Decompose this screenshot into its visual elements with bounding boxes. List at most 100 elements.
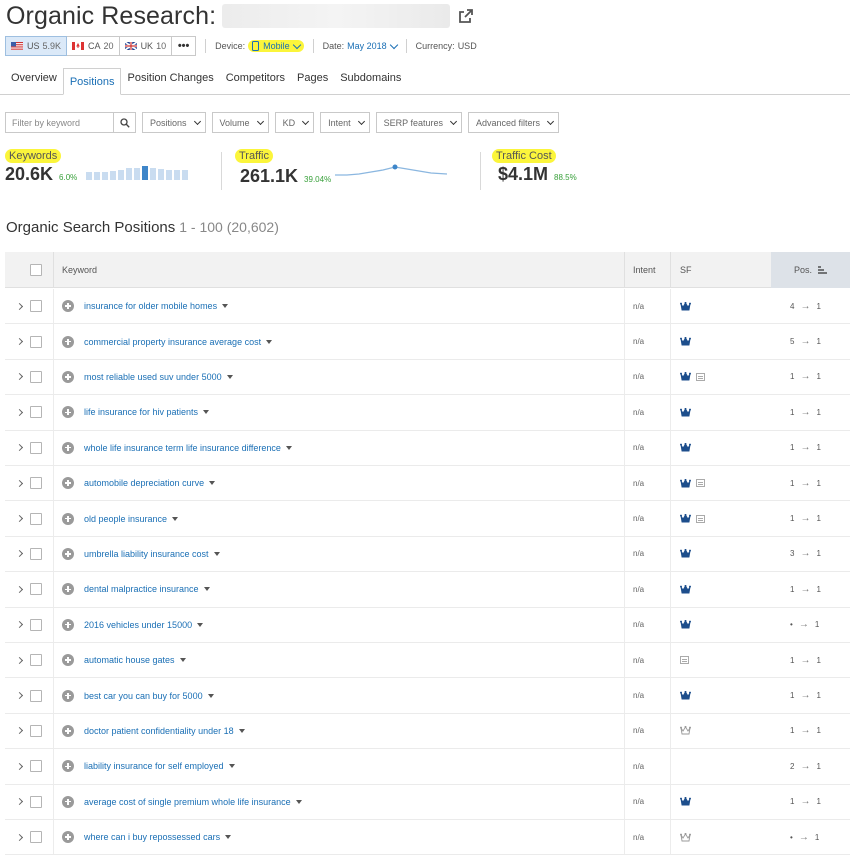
expand-row-icon[interactable]	[15, 444, 24, 452]
serp-features-cell[interactable]	[680, 608, 691, 642]
row-checkbox[interactable]	[30, 300, 42, 313]
traffic-cost-stat[interactable]: Traffic Cost $4.1M 88.5%	[492, 149, 577, 185]
serp-features-cell[interactable]	[680, 537, 691, 571]
table-row[interactable]: most reliable used suv under 5000 n/a 1 →…	[5, 359, 850, 396]
keyword-link[interactable]: whole life insurance term life insurance…	[84, 443, 292, 453]
table-row[interactable]: life insurance for hiv patients n/a 1 → 1	[5, 395, 850, 431]
row-checkbox[interactable]	[30, 441, 42, 454]
keyword-link[interactable]: best car you can buy for 5000	[84, 691, 214, 701]
expand-row-icon[interactable]	[15, 656, 24, 664]
table-row[interactable]: liability insurance for self employed n/…	[5, 749, 850, 785]
intent-dropdown[interactable]: Intent	[320, 112, 370, 133]
add-keyword-icon[interactable]	[62, 406, 74, 419]
sf-column-header[interactable]: SF	[680, 252, 692, 288]
serp-features-cell[interactable]	[680, 572, 691, 606]
caret-down-icon[interactable]	[266, 339, 273, 344]
keyword-link[interactable]: commercial property insurance average co…	[84, 337, 273, 347]
tab-overview[interactable]: Overview	[5, 67, 63, 94]
expand-row-icon[interactable]	[15, 727, 24, 735]
caret-down-icon[interactable]	[228, 764, 235, 769]
serp-features-cell[interactable]	[680, 678, 691, 712]
keyword-link[interactable]: automobile depreciation curve	[84, 478, 216, 488]
serp-features-cell[interactable]	[680, 714, 691, 748]
row-checkbox[interactable]	[30, 406, 42, 419]
row-checkbox[interactable]	[30, 795, 42, 808]
keywords-stat[interactable]: Keywords 20.6K 6.0%	[5, 149, 196, 185]
caret-down-icon[interactable]	[285, 445, 292, 450]
row-checkbox[interactable]	[30, 512, 42, 525]
expand-row-icon[interactable]	[15, 550, 24, 558]
caret-down-icon[interactable]	[213, 551, 220, 556]
row-checkbox[interactable]	[30, 689, 42, 702]
expand-row-icon[interactable]	[15, 833, 24, 841]
add-keyword-icon[interactable]	[62, 477, 74, 490]
keyword-filter-input[interactable]: Filter by keyword	[5, 112, 114, 133]
table-row[interactable]: doctor patient confidentiality under 18 …	[5, 713, 850, 750]
keyword-link[interactable]: liability insurance for self employed	[84, 761, 235, 771]
table-row[interactable]: dental malpractice insurance n/a 1 → 1	[5, 572, 850, 608]
caret-down-icon[interactable]	[295, 799, 302, 804]
tab-position-changes[interactable]: Position Changes	[121, 67, 219, 94]
keyword-link[interactable]: dental malpractice insurance	[84, 584, 210, 594]
caret-down-icon[interactable]	[209, 481, 216, 486]
add-keyword-icon[interactable]	[62, 654, 74, 667]
serp-features-cell[interactable]	[680, 431, 691, 465]
advanced-filters-dropdown[interactable]: Advanced filters	[467, 112, 560, 133]
keyword-link[interactable]: most reliable used suv under 5000	[84, 372, 233, 382]
add-keyword-icon[interactable]	[62, 300, 74, 313]
table-row[interactable]: umbrella liability insurance cost n/a 3 →…	[5, 536, 850, 573]
keyword-link[interactable]: old people insurance	[84, 514, 179, 524]
serp-features-cell[interactable]	[680, 360, 705, 394]
row-checkbox[interactable]	[30, 335, 42, 348]
serp-features-cell[interactable]	[680, 643, 689, 677]
db-us-button[interactable]: US 5.9K	[5, 36, 68, 56]
row-checkbox[interactable]	[30, 831, 42, 844]
serp-features-cell[interactable]	[680, 324, 691, 358]
row-checkbox[interactable]	[30, 370, 42, 383]
serp-features-cell[interactable]	[680, 466, 705, 500]
keyword-link[interactable]: doctor patient confidentiality under 18	[84, 726, 245, 736]
tab-competitors[interactable]: Competitors	[220, 67, 291, 94]
table-row[interactable]: where can i buy repossessed cars n/a • → 1	[5, 820, 850, 856]
keyword-link[interactable]: insurance for older mobile homes	[84, 301, 229, 311]
row-checkbox[interactable]	[30, 724, 42, 737]
table-row[interactable]: commercial property insurance average co…	[5, 324, 850, 360]
device-selector[interactable]: Device: Mobile	[215, 40, 304, 52]
caret-down-icon[interactable]	[179, 658, 186, 663]
expand-row-icon[interactable]	[15, 302, 24, 310]
date-value[interactable]: May 2018	[347, 40, 398, 51]
expand-row-icon[interactable]	[15, 338, 24, 346]
expand-row-icon[interactable]	[15, 408, 24, 416]
keyword-link[interactable]: average cost of single premium whole lif…	[84, 797, 302, 807]
caret-down-icon[interactable]	[203, 410, 210, 415]
table-row[interactable]: average cost of single premium whole lif…	[5, 784, 850, 820]
expand-row-icon[interactable]	[15, 479, 24, 487]
add-keyword-icon[interactable]	[62, 512, 74, 525]
caret-down-icon[interactable]	[226, 374, 233, 379]
caret-down-icon[interactable]	[172, 516, 179, 521]
expand-row-icon[interactable]	[15, 585, 24, 593]
keyword-link[interactable]: 2016 vehicles under 15000	[84, 620, 204, 630]
serp-features-cell[interactable]	[680, 820, 691, 854]
caret-down-icon[interactable]	[225, 835, 232, 840]
db-uk-button[interactable]: UK 10	[119, 36, 173, 56]
select-all-checkbox[interactable]	[30, 264, 42, 276]
add-keyword-icon[interactable]	[62, 760, 74, 773]
add-keyword-icon[interactable]	[62, 441, 74, 454]
table-row[interactable]: automobile depreciation curve n/a 1 → 1	[5, 466, 850, 502]
add-keyword-icon[interactable]	[62, 618, 74, 631]
keyword-link[interactable]: life insurance for hiv patients	[84, 407, 210, 417]
table-row[interactable]: automatic house gates n/a 1 → 1	[5, 643, 850, 679]
serp-features-cell[interactable]	[680, 785, 691, 819]
serp-features-dropdown[interactable]: SERP features	[375, 112, 462, 133]
kd-dropdown[interactable]: KD	[274, 112, 315, 133]
keyword-link[interactable]: automatic house gates	[84, 655, 186, 665]
table-row[interactable]: insurance for older mobile homes n/a 4 → 1	[5, 289, 850, 325]
traffic-stat[interactable]: Traffic 261.1K 39.04%	[235, 149, 448, 187]
keyword-column-header[interactable]: Keyword	[62, 252, 97, 288]
add-keyword-icon[interactable]	[62, 335, 74, 348]
more-databases-button[interactable]: •••	[172, 36, 197, 56]
expand-row-icon[interactable]	[15, 621, 24, 629]
add-keyword-icon[interactable]	[62, 583, 74, 596]
search-button[interactable]	[114, 112, 136, 133]
